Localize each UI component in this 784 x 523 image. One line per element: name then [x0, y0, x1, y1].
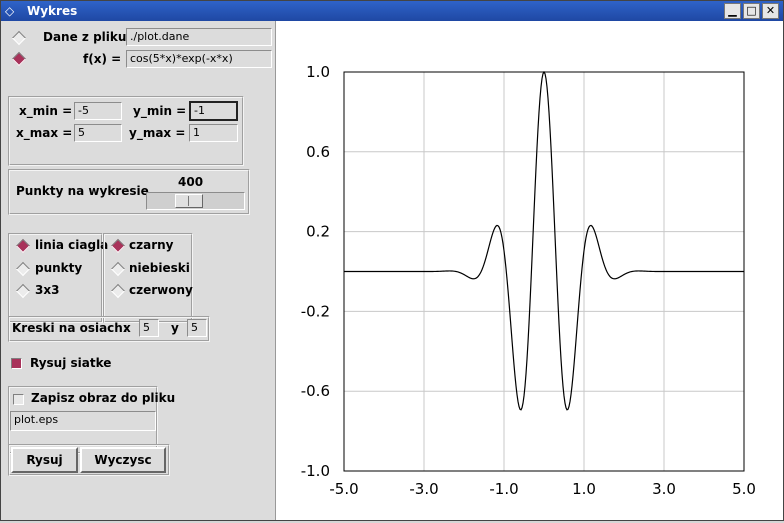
maximize-button[interactable]: □	[743, 3, 760, 19]
style-3x3-label: 3x3	[35, 283, 60, 297]
minimize-button[interactable]: ▁	[724, 3, 741, 19]
y-tick-label: -0.6	[301, 382, 330, 400]
clear-button[interactable]: Wyczysc	[80, 447, 166, 473]
color-blue-label: niebieski	[129, 261, 190, 275]
points-value: 400	[178, 175, 204, 189]
points-label: Punkty na wykresie	[16, 184, 149, 198]
maximize-icon: □	[746, 4, 757, 17]
ymax-label: y_max =	[129, 126, 186, 140]
source-function-radio[interactable]	[11, 51, 27, 67]
y-tick-label: 1.0	[306, 63, 330, 81]
save-checkbox[interactable]	[13, 394, 24, 405]
ticks-y-input[interactable]: 5	[187, 319, 207, 337]
close-icon: ✕	[765, 4, 776, 17]
chart-svg: -5.0 -3.0 -1.0 1.0 3.0 5.0 1.0 0.6 0.2 -0.2 -0.6 -1…	[301, 63, 756, 498]
style-line-label: linia ciagla	[35, 238, 109, 252]
y-tick-label: 0.6	[306, 143, 330, 161]
control-panel: Dane z pliku: ./plot.dane f(x) = cos(5*x…	[1, 21, 275, 520]
ymin-label: y_min =	[133, 104, 187, 118]
y-tick-label: 0.2	[306, 223, 330, 241]
x-tick-label: 5.0	[732, 480, 756, 498]
ticks-y-label: y	[171, 321, 179, 335]
points-slider-handle[interactable]	[175, 194, 203, 208]
x-tick-label: 3.0	[652, 480, 676, 498]
x-tick-label: -5.0	[329, 480, 358, 498]
x-tick-label: -3.0	[409, 480, 438, 498]
y-tick-label: -0.2	[301, 302, 330, 320]
app-window: ◇ Wykres ▁ □ ✕ Dane z pliku: ./plot.dane…	[0, 0, 784, 521]
draw-button[interactable]: Rysuj	[11, 447, 78, 473]
style-points-label: punkty	[35, 261, 83, 275]
file-path-input[interactable]: ./plot.dane	[126, 28, 272, 46]
xmax-label: x_max =	[16, 126, 73, 140]
xmin-label: x_min =	[19, 104, 73, 118]
function-label: f(x) =	[83, 52, 122, 66]
function-input[interactable]: cos(5*x)*exp(-x*x)	[126, 50, 272, 68]
plot-area[interactable]: -5.0 -3.0 -1.0 1.0 3.0 5.0 1.0 0.6 0.2 -0.2 -0.6 -1…	[275, 21, 783, 520]
save-filename-input[interactable]: plot.eps	[10, 411, 156, 431]
y-tick-label: -1.0	[301, 462, 330, 480]
title-bar[interactable]: ◇ Wykres ▁ □ ✕	[1, 1, 783, 21]
points-slider[interactable]	[146, 192, 245, 210]
window-menu-icon[interactable]: ◇	[5, 3, 23, 19]
ticks-x-label: x	[123, 321, 131, 335]
xmax-input[interactable]: 5	[74, 124, 122, 142]
grid-checkbox[interactable]	[11, 358, 22, 369]
ticks-x-input[interactable]: 5	[139, 319, 159, 337]
xmin-input[interactable]: -5	[74, 102, 122, 120]
ticks-label: Kreski na osiach:	[12, 321, 128, 335]
grid-label: Rysuj siatke	[30, 356, 112, 370]
x-tick-label: -1.0	[489, 480, 518, 498]
close-button[interactable]: ✕	[762, 3, 779, 19]
function-curve	[344, 70, 744, 411]
file-label: Dane z pliku:	[43, 30, 132, 44]
window-title: Wykres	[27, 4, 78, 18]
ymin-input[interactable]: -1	[189, 101, 238, 121]
minimize-icon: ▁	[728, 4, 737, 17]
color-black-label: czarny	[129, 238, 174, 252]
save-label: Zapisz obraz do pliku	[31, 391, 176, 405]
x-tick-label: 1.0	[572, 480, 596, 498]
color-red-label: czerwony	[129, 283, 193, 297]
source-file-radio[interactable]	[11, 30, 27, 46]
ymax-input[interactable]: 1	[189, 124, 238, 142]
